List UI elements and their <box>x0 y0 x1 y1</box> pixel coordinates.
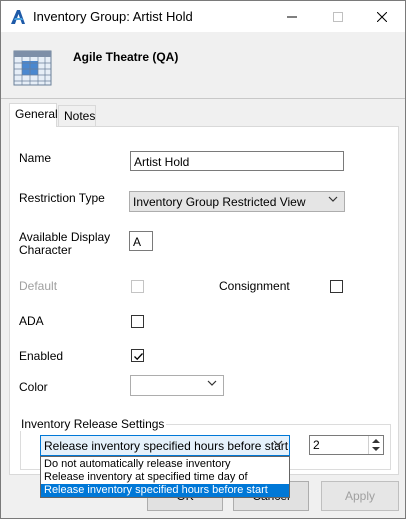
restriction-type-select[interactable]: Inventory Group Restricted View <box>129 191 345 212</box>
default-label: Default <box>19 279 58 293</box>
calendar-grid-icon <box>13 48 53 88</box>
window-title: Inventory Group: Artist Hold <box>33 9 193 24</box>
dropdown-option[interactable]: Do not automatically release inventory <box>41 458 289 471</box>
chevron-down-icon <box>328 194 338 207</box>
dialog-window: Inventory Group: Artist Hold Agile Theat… <box>0 0 406 519</box>
minimize-button[interactable] <box>269 1 315 32</box>
chevron-down-icon <box>273 438 283 451</box>
close-button[interactable] <box>359 1 405 32</box>
tab-general[interactable]: General <box>9 103 58 127</box>
default-checkbox <box>131 280 144 293</box>
consignment-label: Consignment <box>219 279 290 293</box>
maximize-button <box>315 1 361 32</box>
title-bar[interactable]: Inventory Group: Artist Hold <box>1 1 405 32</box>
arrow-up-icon[interactable] <box>372 439 380 443</box>
stepper-arrows[interactable] <box>368 436 383 454</box>
enabled-checkbox[interactable] <box>131 349 144 362</box>
header-divider <box>1 98 405 99</box>
release-mode-value: Release inventory specified hours before… <box>44 439 289 453</box>
ada-label: ADA <box>19 314 44 328</box>
name-input[interactable]: Artist Hold <box>130 151 344 171</box>
release-hours-stepper[interactable]: 2 <box>309 435 384 455</box>
checkmark-icon <box>134 353 143 361</box>
display-character-input[interactable]: A <box>129 231 153 251</box>
ada-checkbox[interactable] <box>131 315 144 328</box>
agile-logo-icon <box>10 9 26 25</box>
name-label: Name <box>19 151 52 165</box>
consignment-checkbox[interactable] <box>330 280 343 293</box>
dropdown-option[interactable]: Release inventory at specified time day … <box>41 471 289 484</box>
restriction-type-value: Inventory Group Restricted View <box>133 195 306 209</box>
tab-notes[interactable]: Notes <box>58 105 96 127</box>
display-character-label: Available Display Character <box>19 230 111 257</box>
release-mode-dropdown: Do not automatically release inventory R… <box>40 456 290 498</box>
color-label: Color <box>19 380 48 394</box>
color-select[interactable] <box>130 375 224 396</box>
chevron-down-icon <box>207 378 217 391</box>
release-hours-value: 2 <box>313 438 320 452</box>
release-mode-select[interactable]: Release inventory specified hours before… <box>40 435 290 456</box>
dropdown-option-selected[interactable]: Release inventory specified hours before… <box>41 484 289 497</box>
release-settings-title: Inventory Release Settings <box>19 417 167 431</box>
enabled-label: Enabled <box>19 349 64 363</box>
app-name: Agile Theatre (QA) <box>73 50 179 64</box>
restriction-type-label: Restriction Type <box>19 191 105 205</box>
arrow-down-icon[interactable] <box>372 447 380 451</box>
apply-button: Apply <box>321 481 399 511</box>
